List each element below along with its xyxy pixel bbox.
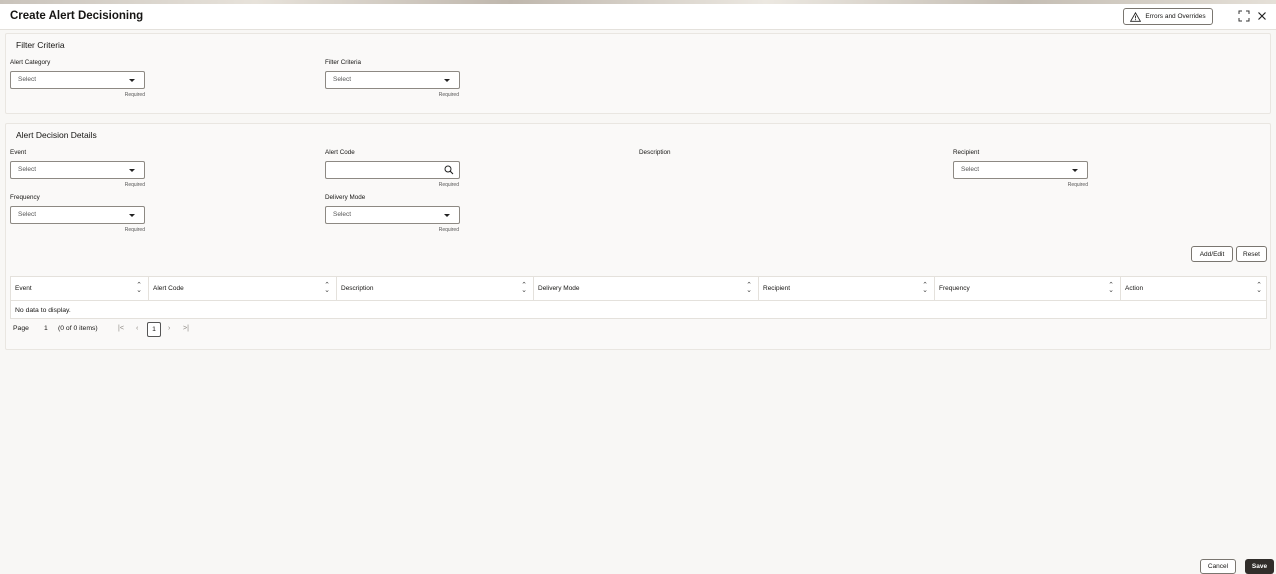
chevron-down-icon — [129, 169, 135, 172]
reset-button[interactable]: Reset — [1236, 246, 1267, 262]
page-header: Create Alert Decisioning Errors and Over… — [0, 4, 1276, 30]
recipient-required: Required — [1067, 182, 1088, 188]
sort-icon: ⌃ ⌄ — [1108, 282, 1114, 294]
cancel-button[interactable]: Cancel — [1200, 559, 1236, 574]
alert-code-required: Required — [438, 182, 459, 188]
sort-icon: ⌃ ⌄ — [521, 282, 527, 294]
column-header-action[interactable]: Action ⌃ ⌄ — [1121, 277, 1268, 301]
recipient-label: Recipient — [953, 149, 980, 156]
column-header-description[interactable]: Description ⌃ ⌄ — [337, 277, 534, 301]
alert-category-required: Required — [124, 92, 145, 98]
chevron-down-icon — [129, 79, 135, 82]
recipient-value: Select — [961, 166, 980, 173]
sort-icon: ⌃ ⌄ — [746, 282, 752, 294]
delivery-mode-value: Select — [333, 211, 352, 218]
recipient-select[interactable]: Select — [953, 161, 1088, 179]
chevron-down-icon — [1072, 169, 1078, 172]
table-header: Event ⌃ ⌄ Alert Code ⌃ ⌄ Description ⌃ ⌄ De… — [11, 277, 1266, 301]
add-edit-button[interactable]: Add/Edit — [1191, 246, 1233, 262]
sort-icon: ⌃ ⌄ — [136, 282, 142, 294]
first-page-icon[interactable]: |< — [118, 325, 124, 332]
alert-category-value: Select — [18, 76, 37, 83]
column-header-event[interactable]: Event ⌃ ⌄ — [11, 277, 149, 301]
description-label: Description — [639, 149, 671, 156]
delivery-mode-required: Required — [438, 227, 459, 233]
empty-table-message: No data to display. — [15, 307, 71, 314]
chevron-down-icon — [444, 214, 450, 217]
filter-criteria-label: Filter Criteria — [325, 59, 362, 66]
pager-page-number: 1 — [44, 325, 48, 332]
next-page-icon[interactable]: › — [168, 325, 170, 332]
maximize-icon[interactable] — [1238, 10, 1250, 25]
alert-decision-table: Event ⌃ ⌄ Alert Code ⌃ ⌄ Description ⌃ ⌄ De… — [10, 276, 1267, 319]
alert-code-input[interactable] — [325, 161, 460, 179]
column-header-delivery-mode[interactable]: Delivery Mode ⌃ ⌄ — [534, 277, 759, 301]
sort-icon: ⌃ ⌄ — [922, 282, 928, 294]
alert-category-select[interactable]: Select — [10, 71, 145, 89]
alert-decision-details-title: Alert Decision Details — [16, 130, 97, 140]
frequency-label: Frequency — [10, 194, 40, 201]
event-label: Event — [10, 149, 27, 156]
last-page-icon[interactable]: >| — [183, 325, 189, 332]
alert-code-label: Alert Code — [325, 149, 355, 156]
page-title: Create Alert Decisioning — [10, 10, 144, 22]
event-required: Required — [124, 182, 145, 188]
delivery-mode-label: Delivery Mode — [325, 194, 366, 201]
sort-icon: ⌃ ⌄ — [324, 282, 330, 294]
sort-icon: ⌃ ⌄ — [1256, 282, 1262, 294]
current-page-button[interactable]: 1 — [147, 322, 161, 337]
chevron-down-icon — [129, 214, 135, 217]
pager-page-label: Page — [13, 325, 29, 332]
errors-and-overrides-label: Errors and Overrides — [1145, 13, 1206, 20]
save-button[interactable]: Save — [1245, 559, 1274, 574]
warning-icon — [1130, 11, 1142, 22]
filter-criteria-panel — [5, 33, 1271, 114]
previous-page-icon[interactable]: ‹ — [136, 325, 138, 332]
errors-and-overrides-button[interactable]: Errors and Overrides — [1123, 8, 1213, 25]
frequency-select[interactable]: Select — [10, 206, 145, 224]
filter-criteria-title: Filter Criteria — [16, 40, 65, 50]
alert-category-label: Alert Category — [10, 59, 51, 66]
column-header-recipient[interactable]: Recipient ⌃ ⌄ — [759, 277, 935, 301]
chevron-down-icon — [444, 79, 450, 82]
pager-items-info: (0 of 0 items) — [58, 325, 98, 332]
search-icon[interactable] — [444, 165, 454, 175]
delivery-mode-select[interactable]: Select — [325, 206, 460, 224]
column-header-alert-code[interactable]: Alert Code ⌃ ⌄ — [149, 277, 337, 301]
filter-criteria-value: Select — [333, 76, 352, 83]
filter-criteria-select[interactable]: Select — [325, 71, 460, 89]
filter-criteria-required: Required — [438, 92, 459, 98]
frequency-required: Required — [124, 227, 145, 233]
event-value: Select — [18, 166, 37, 173]
frequency-value: Select — [18, 211, 37, 218]
close-icon[interactable] — [1257, 10, 1267, 25]
event-select[interactable]: Select — [10, 161, 145, 179]
column-header-frequency[interactable]: Frequency ⌃ ⌄ — [935, 277, 1121, 301]
